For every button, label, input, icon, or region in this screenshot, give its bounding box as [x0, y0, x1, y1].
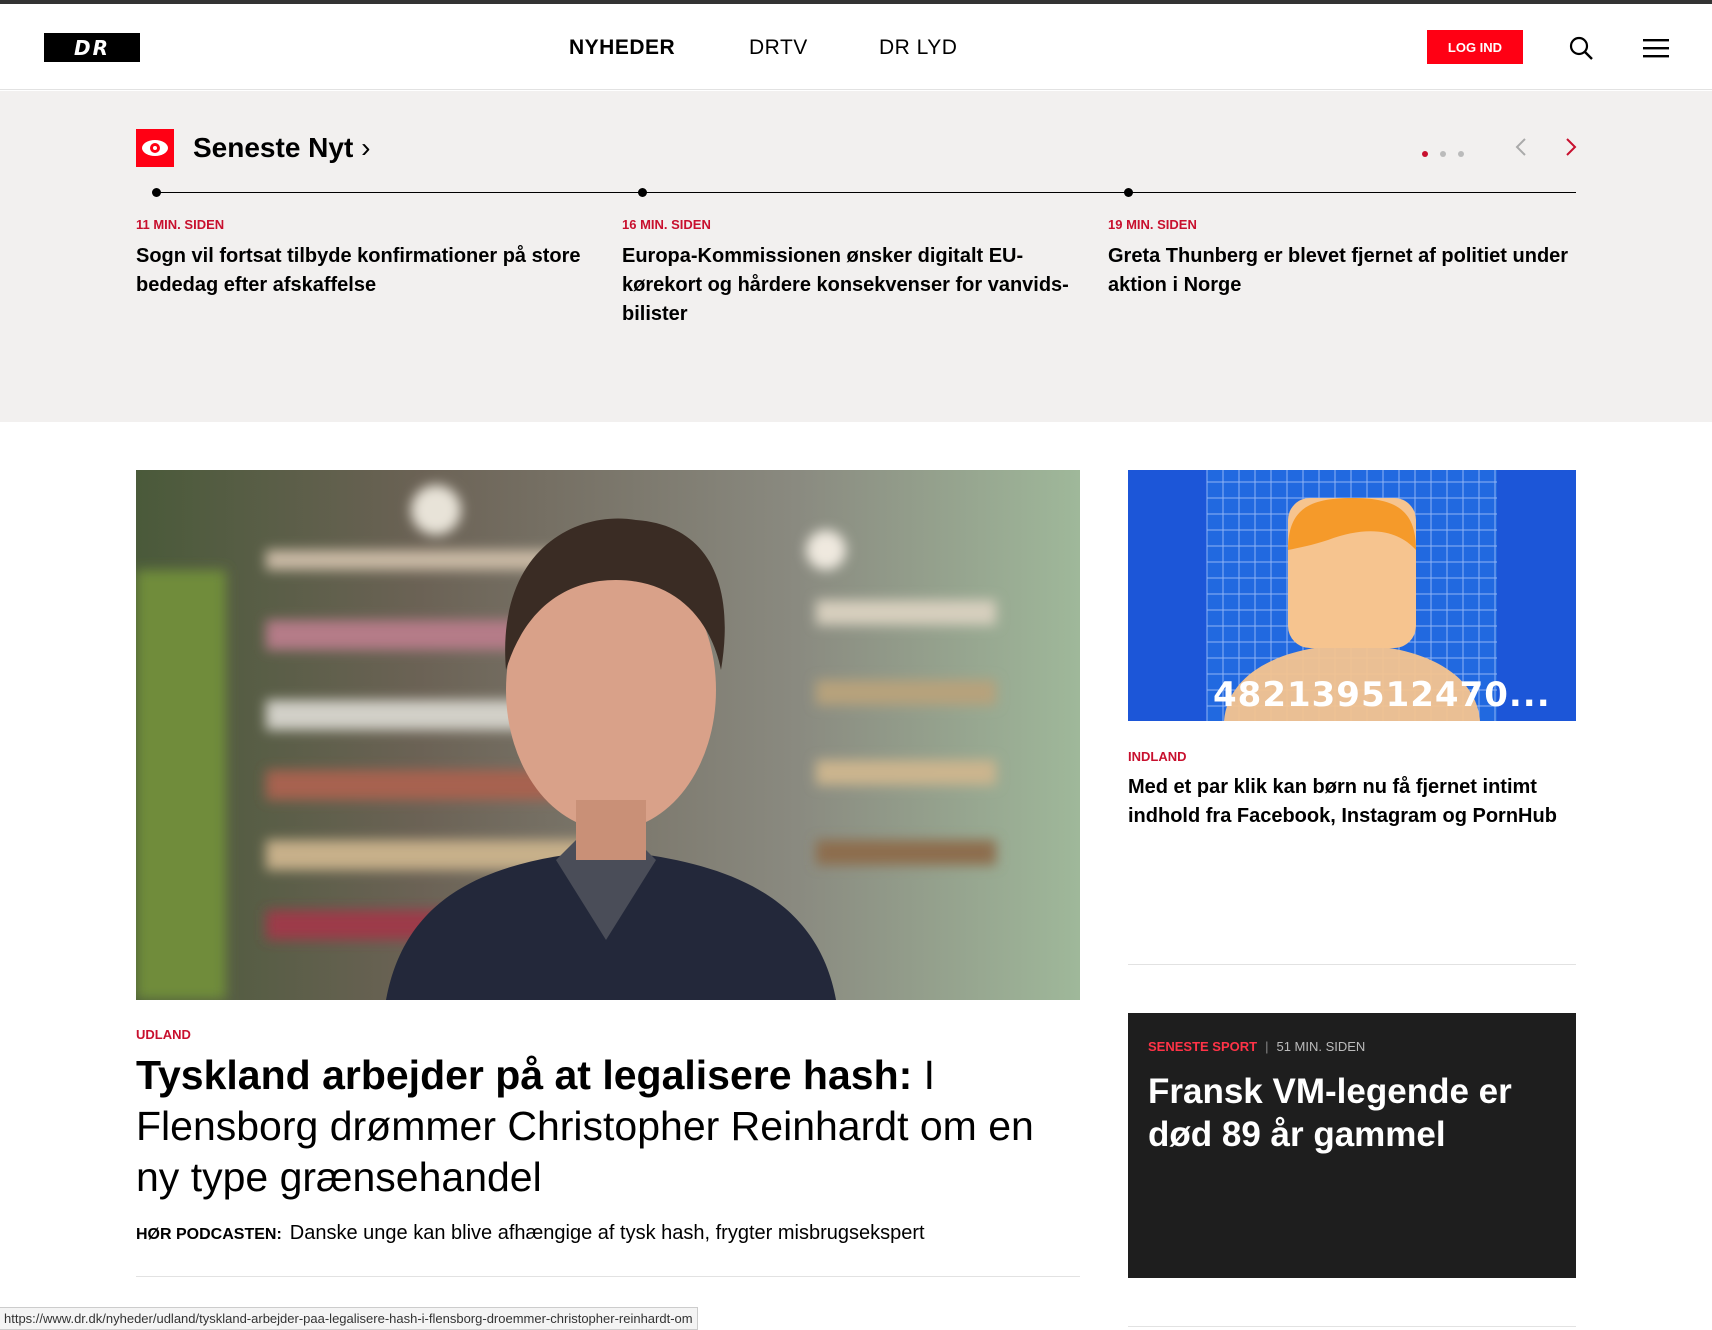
seneste-item[interactable]: 11 MIN. SIDEN Sogn vil fortsat tilbyde k…: [136, 217, 606, 300]
seneste-sport-box[interactable]: SENESTE SPORT | 51 MIN. SIDEN Fransk VM-le…: [1128, 1013, 1576, 1278]
sport-headline: Fransk VM-legende er død 89 år gammel: [1148, 1072, 1512, 1154]
login-button[interactable]: LOG IND: [1427, 30, 1523, 64]
seneste-item[interactable]: 19 MIN. SIDEN Greta Thunberg er blevet f…: [1108, 217, 1578, 300]
nav-nyheder[interactable]: NYHEDER: [569, 36, 675, 60]
seneste-nyt-title: Seneste Nyt: [193, 132, 354, 163]
timeline-line: [156, 192, 1576, 193]
nav-drtv[interactable]: DRTV: [749, 36, 808, 60]
menu-icon[interactable]: [1642, 34, 1670, 62]
nav-dr-lyd[interactable]: DR LYD: [879, 36, 957, 60]
hero-category-tag[interactable]: UDLAND: [136, 1027, 191, 1042]
item-headline: Sogn vil fortsat tilbyde konfirmationer …: [136, 245, 581, 296]
hero-headline[interactable]: Tyskland arbejder på at legalisere hash:…: [136, 1050, 1080, 1203]
podcast-text: Danske unge kan blive afhængige af tysk …: [289, 1222, 925, 1244]
item-time: 19 MIN. SIDEN: [1108, 217, 1197, 232]
carousel-dots: [1422, 144, 1476, 162]
dr-logo[interactable]: DR: [44, 33, 140, 62]
item-headline: Greta Thunberg er blevet fjernet af poli…: [1108, 245, 1569, 296]
podcast-link[interactable]: HØR PODCASTEN: Danske unge kan blive afhæ…: [136, 1222, 925, 1245]
hero-headline-bold: Tyskland arbejder på at legalisere hash:: [136, 1052, 913, 1098]
chevron-right-icon: ›: [361, 132, 371, 163]
search-icon[interactable]: [1567, 34, 1595, 62]
timeline-dot: [638, 188, 647, 197]
seneste-nyt-link[interactable]: Seneste Nyt ›: [193, 132, 370, 164]
meta-separator: |: [1265, 1039, 1269, 1054]
carousel-dot-2[interactable]: [1440, 151, 1446, 157]
side-article-image[interactable]: 482139512470...: [1128, 470, 1576, 721]
carousel-dot-3[interactable]: [1458, 151, 1464, 157]
divider: [1128, 1326, 1576, 1327]
side-category-tag[interactable]: INDLAND: [1128, 749, 1187, 764]
next-arrow-icon[interactable]: [1560, 135, 1580, 159]
sport-meta: SENESTE SPORT | 51 MIN. SIDEN: [1148, 1039, 1556, 1054]
seneste-nyt-section: Seneste Nyt › 11 MIN. SIDEN Sogn vil for…: [0, 91, 1712, 422]
status-bar-url: https://www.dr.dk/nyheder/udland/tysklan…: [0, 1307, 698, 1330]
image-number-text: 482139512470...: [1213, 675, 1551, 715]
seneste-item[interactable]: 16 MIN. SIDEN Europa-Kommissionen ønsker…: [622, 217, 1088, 329]
divider: [136, 1276, 1080, 1277]
timeline-dot: [152, 188, 161, 197]
item-time: 16 MIN. SIDEN: [622, 217, 711, 232]
podcast-label: HØR PODCASTEN:: [136, 1226, 282, 1243]
site-header: DR NYHEDER DRTV DR LYD LOG IND: [0, 4, 1712, 90]
carousel-dot-1[interactable]: [1422, 151, 1428, 157]
timeline-dot: [1124, 188, 1133, 197]
sport-label: SENESTE SPORT: [1148, 1039, 1258, 1054]
hero-image[interactable]: [136, 470, 1080, 1000]
logo-text: DR: [73, 35, 110, 60]
item-time: 11 MIN. SIDEN: [136, 217, 225, 232]
item-headline: Europa-Kommissionen ønsker digitalt EU-k…: [622, 245, 1069, 325]
eye-icon: [136, 129, 174, 167]
prev-arrow-icon[interactable]: [1512, 135, 1532, 159]
sport-time: 51 MIN. SIDEN: [1276, 1039, 1366, 1054]
side-headline[interactable]: Med et par klik kan børn nu få fjernet i…: [1128, 773, 1576, 831]
divider: [1128, 964, 1576, 965]
